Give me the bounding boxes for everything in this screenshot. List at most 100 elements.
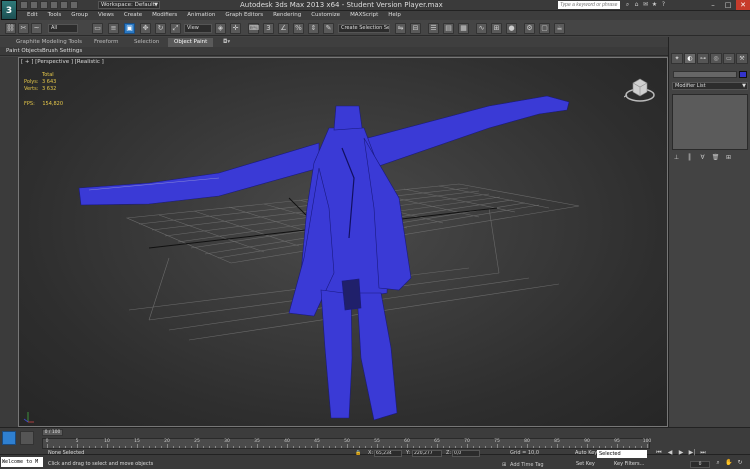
snap-toggle-icon[interactable]: 3 [263, 23, 274, 34]
select-object-icon[interactable]: ▣ [124, 23, 135, 34]
favorites-icon[interactable]: ★ [651, 1, 658, 9]
x-coordinate-field[interactable]: 65,234 [374, 450, 402, 457]
add-time-tag-icon[interactable]: ⊞ [502, 462, 506, 468]
named-selection-dropdown[interactable]: Create Selection Se [338, 24, 390, 33]
material-editor-icon[interactable]: ● [506, 23, 517, 34]
menu-animation[interactable]: Animation [182, 11, 220, 20]
maximize-button[interactable]: □ [721, 0, 735, 10]
percent-snap-icon[interactable]: % [293, 23, 304, 34]
ribbon-tab-object-paint[interactable]: Object Paint [168, 38, 214, 47]
show-end-result-icon[interactable]: ║ [685, 154, 694, 162]
timeline[interactable]: 0 5 10 15 20 25 30 35 40 45 50 55 60 65 70 75 80 85 90 95 10… [42, 438, 651, 449]
menu-group[interactable]: Group [66, 11, 93, 20]
undo-icon[interactable] [50, 1, 58, 9]
z-coordinate-field[interactable]: 0,0 [452, 450, 480, 457]
menu-views[interactable]: Views [93, 11, 119, 20]
zoom-icon[interactable]: ⌕ [714, 459, 722, 467]
redo-icon[interactable] [60, 1, 68, 9]
selection-filter-dropdown[interactable]: All [48, 24, 78, 33]
paint-objects-button[interactable]: Paint Objects [4, 47, 44, 56]
keyboard-shortcut-icon[interactable]: ⌨ [248, 23, 259, 34]
schematic-view-icon[interactable]: ⊞ [491, 23, 502, 34]
modifier-list-dropdown[interactable]: Modifier List ▼ [672, 82, 748, 90]
workspace-dropdown[interactable]: Workspace: Default ▼ [98, 1, 160, 9]
make-unique-icon[interactable]: ∀ [698, 154, 707, 162]
menu-create[interactable]: Create [119, 11, 147, 20]
utilities-tab-icon[interactable]: ⚒ [736, 53, 748, 64]
object-name-field[interactable] [673, 71, 737, 78]
menu-tools[interactable]: Tools [43, 11, 67, 20]
lock-selection-icon[interactable]: 🔒 [355, 450, 361, 456]
go-to-start-icon[interactable]: ⏮ [655, 449, 663, 457]
motion-tab-icon[interactable]: ◎ [710, 53, 722, 64]
rectangular-selection-icon[interactable]: ▭ [92, 23, 103, 34]
search-icon[interactable]: ⌕ [624, 1, 631, 9]
orbit-icon[interactable]: ↻ [736, 459, 744, 467]
render-setup-icon[interactable]: ⚙ [524, 23, 535, 34]
save-file-icon[interactable] [40, 1, 48, 9]
key-filters-button[interactable]: Key Filters... [614, 461, 644, 467]
rendered-frame-window-icon[interactable]: ▢ [539, 23, 550, 34]
key-set-dropdown[interactable]: Selected [597, 450, 647, 458]
unlink-icon[interactable]: ✂ [18, 23, 29, 34]
menu-modifiers[interactable]: Modifiers [147, 11, 182, 20]
pan-icon[interactable]: ✋ [725, 459, 733, 467]
current-frame-field[interactable]: 0 [690, 461, 710, 468]
hierarchy-tab-icon[interactable]: ⊶ [697, 53, 709, 64]
create-tab-icon[interactable]: ✦ [671, 53, 683, 64]
set-key-button[interactable]: Set Key [576, 461, 595, 467]
viewcube-icon[interactable] [624, 73, 656, 105]
bind-spacewarp-icon[interactable]: ~ [31, 23, 42, 34]
display-tab-icon[interactable]: ▭ [723, 53, 735, 64]
go-to-end-icon[interactable]: ⏭ [699, 449, 707, 457]
menu-edit[interactable]: Edit [22, 11, 43, 20]
select-scale-icon[interactable]: ⤢ [170, 23, 181, 34]
menu-rendering[interactable]: Rendering [268, 11, 306, 20]
close-button[interactable]: ✕ [736, 0, 750, 10]
mini-curve-editor-icon[interactable] [2, 431, 16, 445]
render-production-icon[interactable]: ☕ [554, 23, 565, 34]
modifier-stack[interactable] [672, 94, 748, 150]
ribbon-tab-graphite-modeling[interactable]: Graphite Modeling Tools [10, 38, 88, 47]
link-icon[interactable]: ⛓ [5, 23, 16, 34]
menu-help[interactable]: Help [383, 11, 406, 20]
search-input[interactable] [558, 1, 620, 9]
spinner-snap-icon[interactable]: ⇕ [308, 23, 319, 34]
layer-manager-icon[interactable]: ▤ [443, 23, 454, 34]
menu-maxscript[interactable]: MAXScript [345, 11, 383, 20]
app-logo-button[interactable]: 3 [1, 0, 17, 20]
pivot-center-icon[interactable]: ◈ [215, 23, 226, 34]
curve-editor-icon[interactable]: ∿ [476, 23, 487, 34]
play-icon[interactable]: ▶ [677, 449, 685, 457]
ribbon-tab-selection[interactable]: Selection [128, 38, 165, 47]
pin-stack-icon[interactable]: ⊥ [672, 154, 681, 162]
time-slider[interactable]: 0 / 100 [42, 429, 63, 436]
previous-frame-icon[interactable]: ◀ [666, 449, 674, 457]
communication-icon[interactable]: ✉ [642, 1, 649, 9]
open-file-icon[interactable] [30, 1, 38, 9]
maxscript-listener[interactable]: Welcome to M [1, 457, 43, 467]
new-file-icon[interactable] [20, 1, 28, 9]
edit-named-selection-icon[interactable]: ✎ [323, 23, 334, 34]
select-rotate-icon[interactable]: ↻ [155, 23, 166, 34]
object-color-swatch[interactable] [739, 71, 747, 78]
ribbon-options-icon[interactable]: ◘▾ [220, 38, 233, 47]
select-by-name-icon[interactable]: ≡ [108, 23, 119, 34]
time-slider-options-icon[interactable] [20, 431, 34, 445]
configure-modifier-sets-icon[interactable]: ⊞ [724, 154, 733, 162]
minimize-button[interactable]: – [706, 0, 720, 10]
menu-customize[interactable]: Customize [306, 11, 345, 20]
angle-snap-icon[interactable]: ∠ [278, 23, 289, 34]
perspective-viewport[interactable]: [ + ] [Perspective ] [Realistic ] Total … [18, 57, 668, 427]
help-icon[interactable]: ? [660, 1, 667, 9]
mirror-icon[interactable]: ⇋ [395, 23, 406, 34]
viewport-label[interactable]: [ + ] [Perspective ] [Realistic ] [21, 59, 104, 65]
scene-explorer-icon[interactable]: ☰ [428, 23, 439, 34]
add-time-tag-button[interactable]: Add Time Tag [510, 462, 544, 468]
brush-settings-button[interactable]: Brush Settings [40, 47, 84, 56]
project-folder-icon[interactable] [70, 1, 78, 9]
modify-tab-icon[interactable]: ◐ [684, 53, 696, 64]
graphite-toggle-icon[interactable]: ▦ [458, 23, 469, 34]
auto-key-button[interactable]: Auto Key [575, 450, 597, 456]
next-frame-icon[interactable]: ▶| [688, 449, 696, 457]
